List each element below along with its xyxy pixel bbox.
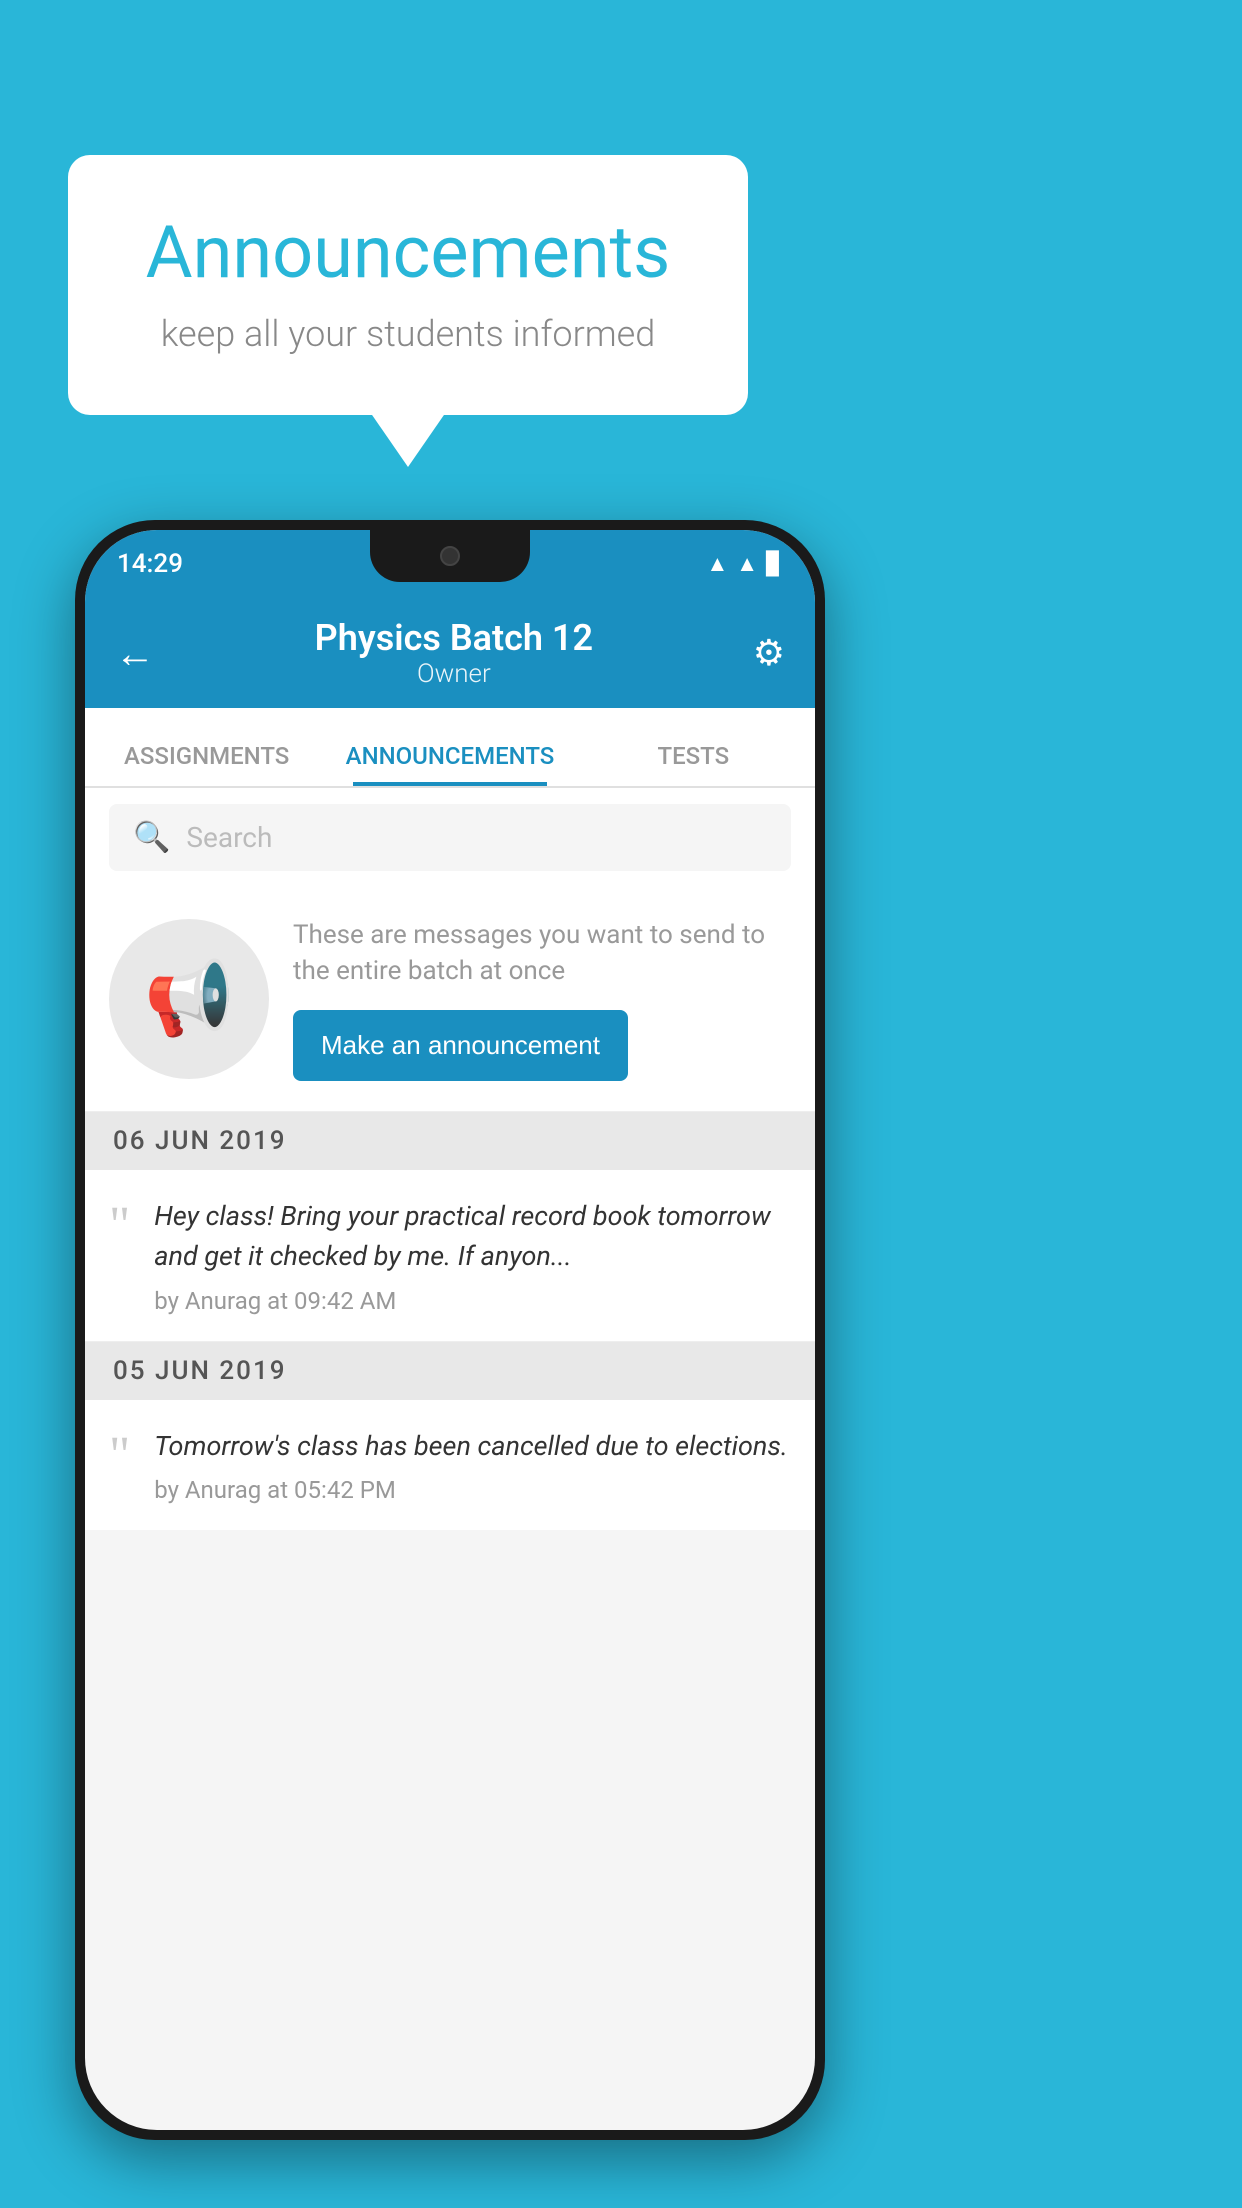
status-bar: 14:29 ▲ ▲ ▊ [85,530,815,598]
quote-icon-2: " [109,1430,130,1482]
announcement-content-2: Tomorrow's class has been cancelled due … [154,1426,791,1505]
quote-icon-1: " [109,1200,130,1252]
app-bar-subtitle: Owner [315,659,593,689]
search-placeholder: Search [186,821,272,854]
phone-screen: 14:29 ▲ ▲ ▊ ← Physics Batch 12 Owner ⚙ A… [85,530,815,2130]
announcement-text-1: Hey class! Bring your practical record b… [154,1196,791,1277]
promo-section: 📢 These are messages you want to send to… [85,887,815,1112]
speech-bubble: Announcements keep all your students inf… [68,155,748,415]
tab-announcements[interactable]: ANNOUNCEMENTS [328,742,571,786]
notch [370,530,530,582]
date-separator-1: 06 JUN 2019 [85,1112,815,1170]
megaphone-icon: 📢 [144,956,234,1041]
announcement-item-1[interactable]: " Hey class! Bring your practical record… [85,1170,815,1342]
promo-right: These are messages you want to send to t… [293,917,791,1081]
time-display: 14:29 [117,549,183,579]
camera [440,546,460,566]
announcement-content-1: Hey class! Bring your practical record b… [154,1196,791,1315]
tab-bar: ASSIGNMENTS ANNOUNCEMENTS TESTS [85,708,815,788]
app-bar-title: Physics Batch 12 [315,617,593,659]
promo-icon-circle: 📢 [109,919,269,1079]
bubble-subtitle: keep all your students informed [128,313,688,355]
announcement-text-2: Tomorrow's class has been cancelled due … [154,1426,791,1467]
app-bar-center: Physics Batch 12 Owner [315,617,593,689]
settings-button[interactable]: ⚙ [753,632,785,674]
search-icon: 🔍 [133,820,170,855]
back-button[interactable]: ← [115,630,155,677]
signal-icon: ▲ [736,551,758,577]
announcement-item-2[interactable]: " Tomorrow's class has been cancelled du… [85,1400,815,1531]
make-announcement-button[interactable]: Make an announcement [293,1010,628,1081]
status-icons: ▲ ▲ ▊ [707,551,783,577]
tab-tests[interactable]: TESTS [572,742,815,786]
bubble-title: Announcements [128,210,688,295]
battery-icon: ▊ [766,552,783,577]
search-container: 🔍 Search [85,788,815,887]
announcement-meta-1: by Anurag at 09:42 AM [154,1287,791,1315]
promo-description: These are messages you want to send to t… [293,917,791,990]
tab-assignments[interactable]: ASSIGNMENTS [85,742,328,786]
phone-frame: 14:29 ▲ ▲ ▊ ← Physics Batch 12 Owner ⚙ A… [75,520,825,2140]
speech-bubble-container: Announcements keep all your students inf… [68,155,748,415]
app-bar: ← Physics Batch 12 Owner ⚙ [85,598,815,708]
date-separator-2: 05 JUN 2019 [85,1342,815,1400]
search-bar[interactable]: 🔍 Search [109,804,791,871]
wifi-icon: ▲ [707,551,729,577]
announcement-meta-2: by Anurag at 05:42 PM [154,1476,791,1504]
